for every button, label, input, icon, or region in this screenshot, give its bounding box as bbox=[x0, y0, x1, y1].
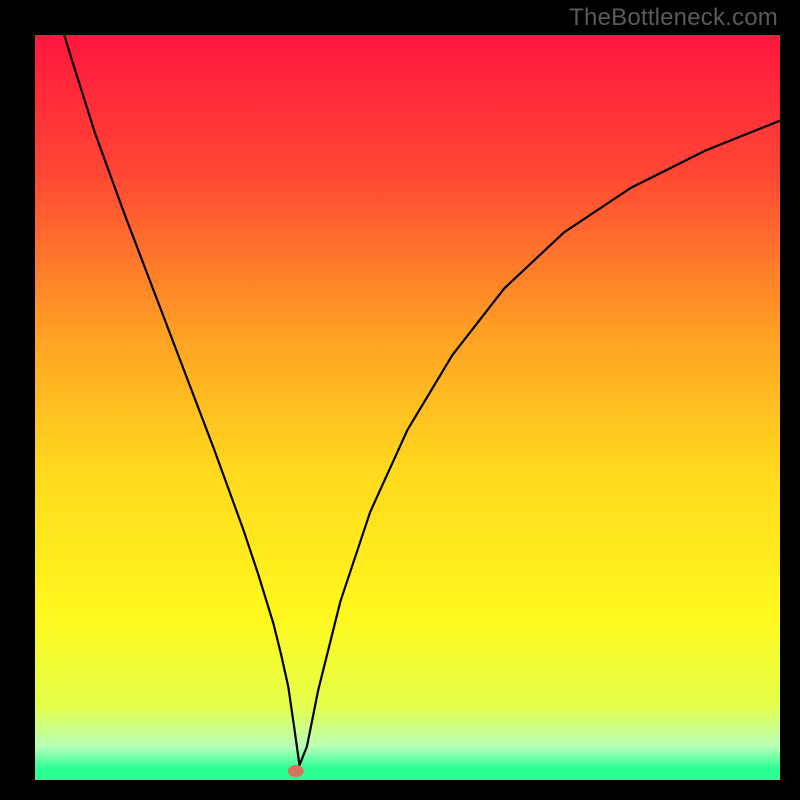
chart-frame: TheBottleneck.com bbox=[0, 0, 800, 800]
watermark-text: TheBottleneck.com bbox=[569, 4, 778, 32]
plot-background bbox=[35, 35, 780, 780]
bottleneck-chart bbox=[0, 0, 800, 800]
optimum-marker bbox=[288, 765, 304, 777]
